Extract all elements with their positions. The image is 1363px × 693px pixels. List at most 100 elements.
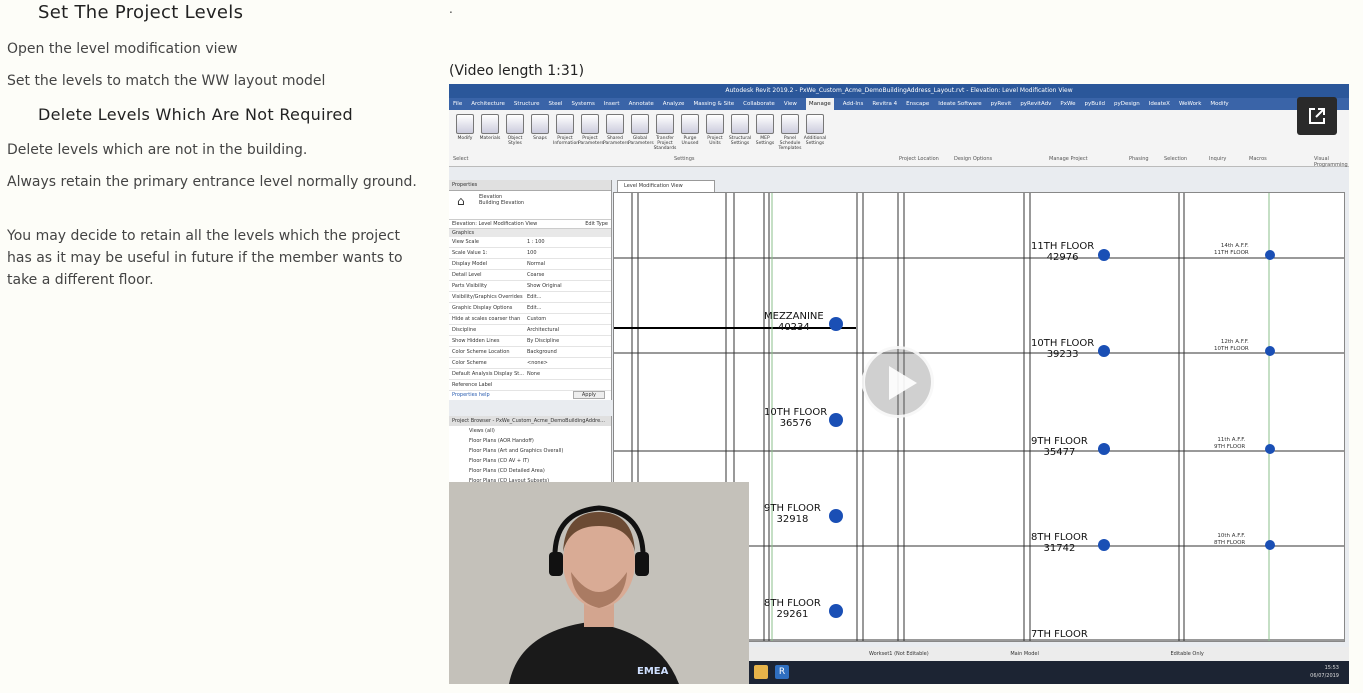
section-heading: Delete Levels Which Are Not Required [38, 105, 353, 124]
property-cell: 100 [527, 250, 537, 256]
property-cell: Color Scheme Location [452, 349, 510, 355]
ribbon-button-label: Purge Unused [681, 136, 699, 146]
property-row: Discipline Architectural [449, 325, 611, 336]
property-cell: Visibility/Graphics Overrides [452, 294, 523, 300]
property-cell: Reference Label [452, 382, 493, 388]
ribbon-button-label: Materials [479, 136, 501, 141]
tool-icon [506, 114, 524, 134]
property-row: Color Scheme Location Background [449, 347, 611, 358]
clock-time: 15:53 [1324, 665, 1339, 671]
ribbon-button: Project Units [703, 114, 727, 146]
property-cell: Normal [527, 261, 546, 267]
step-text: Set the levels to match the WW layout mo… [7, 73, 326, 89]
ribbon-button-label: Global Parameters [628, 136, 654, 146]
level-marker: 7TH FLOOR [1031, 629, 1088, 640]
ribbon-tab: IdeateX [1148, 101, 1170, 107]
ribbon-group-label: Select [453, 156, 469, 162]
video-player[interactable]: Autodesk Revit 2019.2 - PxWe_Custom_Acme… [449, 84, 1349, 684]
apply-button: Apply [572, 391, 605, 399]
ribbon-tabs: File Architecture Structure Steel Systems Ins… [449, 98, 1349, 110]
play-icon [889, 366, 917, 400]
ribbon-tab: pyBuild [1084, 101, 1106, 107]
tool-icon [531, 114, 549, 134]
level-marker: 8TH FLOOR 31742 [1031, 532, 1088, 554]
ribbon-tab: Collaborate [743, 101, 775, 107]
property-row: View Scale 1 : 100 [449, 237, 611, 248]
browser-item: Floor Plans (CD Detailed Area) [469, 468, 545, 474]
property-cell: Show Hidden Lines [452, 338, 500, 344]
step-text: Open the level modification view [7, 41, 238, 57]
property-row: Graphic Display Options Edit... [449, 303, 611, 314]
model-status: Main Model [1010, 651, 1039, 657]
paragraph: You may decide to retain all the levels … [7, 228, 403, 288]
tool-icon [581, 114, 599, 134]
level-name: 10TH FLOOR [1031, 338, 1095, 349]
level-elevation: 31742 [1043, 543, 1076, 554]
shirt-text: EMEA [637, 666, 669, 677]
level-marker: 9TH FLOOR 32918 [764, 503, 821, 525]
presenter-figure [449, 482, 749, 684]
tool-icon [706, 114, 724, 134]
play-button[interactable] [862, 346, 934, 418]
ribbon-button: MEP Settings [753, 114, 777, 146]
level-marker: 10TH FLOOR 36576 [764, 407, 827, 429]
level-elevation: 42976 [1046, 252, 1079, 263]
level-elevation: 40234 [777, 322, 810, 333]
ribbon: Modify Materials Object Styles Snaps Project… [449, 110, 1349, 168]
tool-icon [681, 114, 699, 134]
property-row: Display Model Normal [449, 259, 611, 270]
edit-type-button: Edit Type [585, 221, 608, 227]
ribbon-tab: pyRevitAdv [1020, 101, 1052, 107]
property-row: Detail Level Coarse [449, 270, 611, 281]
ribbon-button: Object Styles [503, 114, 527, 146]
level-tag: 14th A.F.F. 11TH FLOOR [1214, 243, 1249, 257]
level-elevation: 35477 [1043, 447, 1076, 458]
ribbon-tab: pyRevit [990, 101, 1012, 107]
ribbon-button-label: Additional Settings [803, 136, 827, 146]
level-tag-name: 10TH FLOOR [1214, 346, 1249, 352]
level-name: 8TH FLOOR [1031, 532, 1088, 543]
ribbon-button-label: Snaps [533, 136, 547, 141]
level-marker: 8TH FLOOR 29261 [764, 598, 821, 620]
tool-icon [731, 114, 749, 134]
ribbon-tab: Revitra 4 [872, 101, 898, 107]
ribbon-button-label: Transfer Project Standards [653, 136, 677, 151]
ribbon-button: Shared Parameters [603, 114, 629, 146]
windows-taskbar: R 15:53 06/07/2019 [749, 661, 1349, 684]
ribbon-tab: Massing & Site [693, 101, 735, 107]
ribbon-tab: Modify [1210, 101, 1229, 107]
popout-button[interactable] [1297, 97, 1337, 135]
property-row: Hide at scales coarser than Custom [449, 314, 611, 325]
revit-title-bar: Autodesk Revit 2019.2 - PxWe_Custom_Acme… [449, 84, 1349, 98]
ribbon-tab: Enscape [906, 101, 930, 107]
ribbon-tab: Architecture [471, 101, 505, 107]
properties-rows: View Scale 1 : 100 Scale Value 1: 100 Displa… [449, 237, 611, 391]
property-cell: Display Model [452, 261, 488, 267]
ribbon-button: Project Information [553, 114, 579, 146]
browser-item: Views (all) [469, 428, 495, 434]
property-cell: Hide at scales coarser than [452, 316, 521, 322]
ribbon-group-label: Macros [1249, 156, 1267, 162]
ribbon-button-label: Modify [457, 136, 473, 141]
ribbon-group-label: Manage Project [1049, 156, 1088, 162]
property-row: Reference Label [449, 380, 611, 391]
properties-panel: Properties ⌂ Elevation Building Elevatio… [449, 180, 612, 400]
level-tag: 10th A.F.F. 8TH FLOOR [1214, 533, 1245, 547]
property-cell: <none> [527, 360, 548, 366]
ribbon-tab: Manage [805, 98, 834, 110]
ribbon-button-label: Project Parameters [578, 136, 604, 146]
property-row: Color Scheme <none> [449, 358, 611, 369]
ribbon-tab: WeWork [1178, 101, 1202, 107]
ribbon-tab: Systems [571, 101, 595, 107]
tool-icon [481, 114, 499, 134]
status-bar: Workset1 (Not Editable) Main Model Edita… [749, 647, 1349, 661]
level-tag-height: 14th A.F.F. [1220, 243, 1249, 249]
editable-only-toggle: Editable Only [1170, 651, 1204, 657]
level-tag-height: 10th A.F.F. [1217, 533, 1246, 539]
ribbon-tab: Insert [603, 101, 620, 107]
paragraph: Delete levels which are not in the build… [7, 142, 308, 158]
property-cell: Graphic Display Options [452, 305, 513, 311]
ribbon-button: Structural Settings [728, 114, 752, 146]
property-cell: Default Analysis Display St... [452, 371, 524, 377]
tool-icon [656, 114, 674, 134]
